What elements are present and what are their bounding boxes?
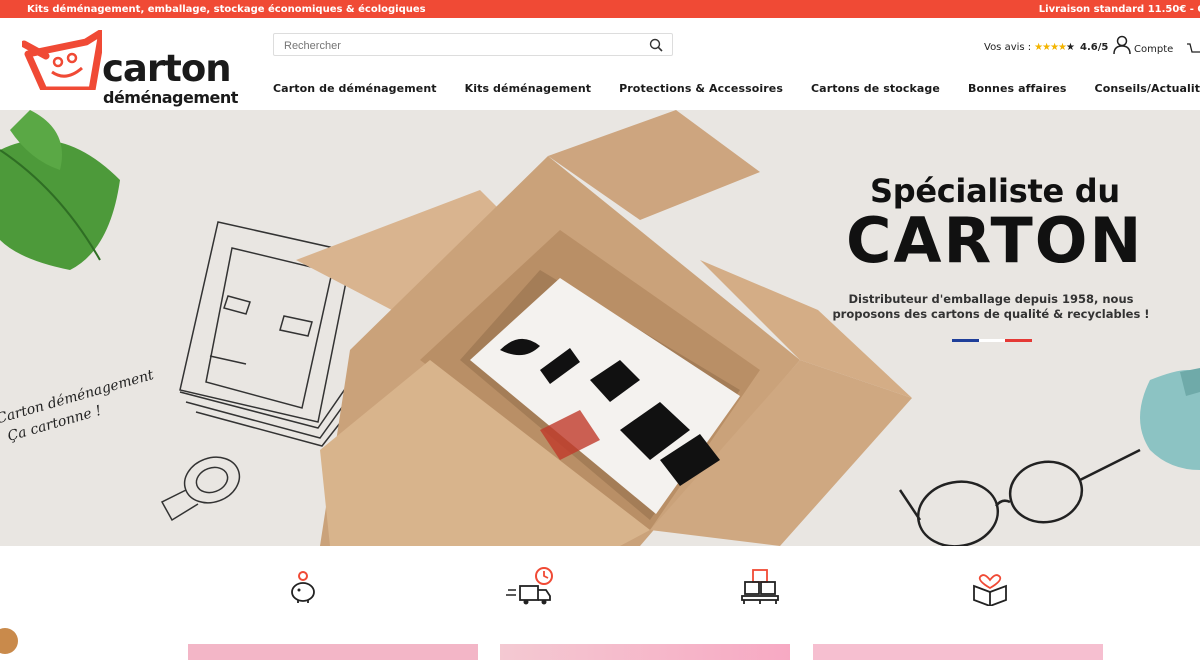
reviews-summary[interactable]: Vos avis : ★★★★★ 4.6/5	[984, 42, 1108, 53]
main-nav: Carton de déménagement Kits déménagement…	[273, 82, 1200, 95]
search-icon[interactable]	[649, 38, 663, 52]
category-card-3[interactable]	[813, 644, 1103, 660]
heart-box-icon	[973, 574, 1007, 606]
account-label: Compte	[1134, 44, 1174, 55]
nav-item-kits-demenagement[interactable]: Kits déménagement	[465, 82, 592, 95]
hero-title-line2: CARTON	[846, 204, 1144, 277]
account-link[interactable]: Compte	[1113, 35, 1173, 55]
category-card-1[interactable]	[188, 644, 478, 660]
piggy-bank-icon	[291, 571, 315, 603]
features-row	[0, 546, 1200, 646]
promo-left-text: Kits déménagement, emballage, stockage é…	[27, 3, 426, 15]
vase-icon	[1140, 368, 1200, 470]
nav-item-carton-demenagement[interactable]: Carton de déménagement	[273, 82, 437, 95]
rating-stars-icon: ★★★★★	[1034, 42, 1075, 53]
category-card-2[interactable]	[500, 644, 790, 660]
promo-right-text: Livraison standard 11.50€ - Off	[1038, 3, 1200, 15]
hero-banner[interactable]: Spécialiste du CARTON Distributeur d'emb…	[0, 110, 1200, 546]
pallet-boxes-icon	[741, 569, 779, 604]
eyeglasses-icon	[898, 448, 1141, 546]
french-flag-divider	[952, 339, 1033, 342]
tape-roll-icon	[160, 456, 241, 522]
delivery-truck-icon	[506, 567, 553, 605]
rating-score: 4.6/5	[1079, 42, 1109, 53]
nav-item-bonnes-affaires[interactable]: Bonnes affaires	[968, 82, 1067, 95]
brand-name-line2: déménagement	[103, 88, 238, 107]
nav-item-cartons-stockage[interactable]: Cartons de stockage	[811, 82, 940, 95]
site-header: carton déménagement Vos avis : ★★★★★ 4.6…	[0, 18, 1200, 110]
search-box	[273, 33, 673, 57]
open-cardboard-box-icon	[296, 110, 912, 546]
reviews-label: Vos avis :	[984, 42, 1032, 53]
cart-icon[interactable]	[1187, 42, 1200, 56]
brand-name-line1: carton	[102, 47, 232, 90]
brand-logo[interactable]: carton déménagement	[22, 30, 252, 106]
search-input[interactable]	[274, 35, 634, 57]
promo-bar: Kits déménagement, emballage, stockage é…	[0, 0, 1200, 18]
nav-item-protections-accessoires[interactable]: Protections & Accessoires	[619, 82, 783, 95]
logo-box-icon	[22, 30, 102, 90]
plant-leaf-icon	[0, 110, 120, 270]
user-icon	[1113, 35, 1131, 55]
nav-item-conseils-actualites[interactable]: Conseils/Actualités	[1095, 82, 1200, 95]
hero-subtitle: Distributeur d'emballage depuis 1958, no…	[832, 292, 1150, 321]
